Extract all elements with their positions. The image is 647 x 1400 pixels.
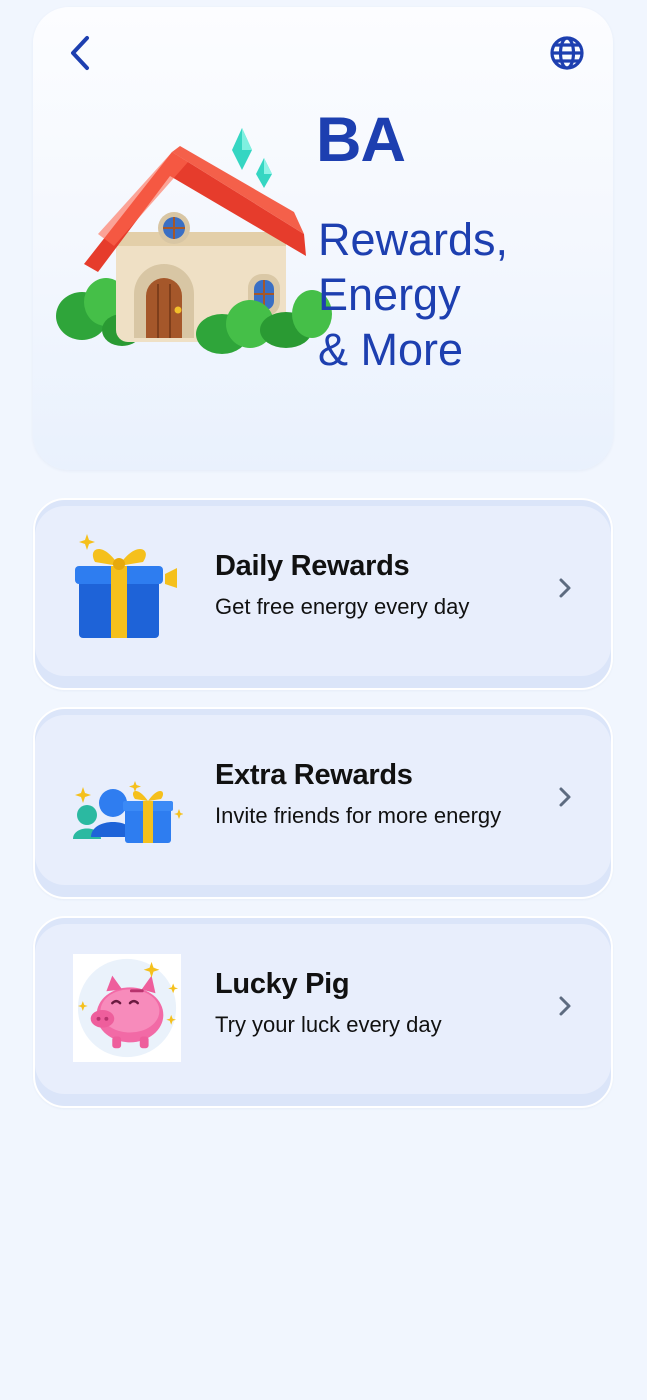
page-subtitle: Rewards, Energy & More <box>318 214 509 375</box>
chevron-left-icon <box>71 36 89 70</box>
card-description: Get free energy every day <box>215 594 470 619</box>
card-description: Invite friends for more energy <box>215 803 502 828</box>
card-title: Lucky Pig <box>215 968 350 1000</box>
chevron-right-icon <box>559 578 571 598</box>
piggy-bank-icon <box>73 954 181 1062</box>
card-surface: Daily Rewards Get free energy every day <box>35 506 611 676</box>
daily-rewards-card[interactable]: Daily Rewards Get free energy every day <box>33 498 613 690</box>
invite-friends-icon <box>73 781 183 843</box>
card-surface: Extra Rewards Invite friends for more en… <box>35 715 611 885</box>
card-surface: Lucky Pig Try your luck every day <box>35 924 611 1094</box>
extra-rewards-card[interactable]: Extra Rewards Invite friends for more en… <box>33 707 613 899</box>
page-title: BA <box>316 105 406 175</box>
chevron-right-icon <box>559 996 571 1016</box>
house-illustration <box>56 128 332 354</box>
globe-icon <box>550 36 584 70</box>
chevron-right-icon <box>559 787 571 807</box>
lucky-pig-card[interactable]: Lucky Pig Try your luck every day <box>33 916 613 1108</box>
card-description: Try your luck every day <box>215 1012 442 1037</box>
back-button[interactable] <box>60 30 100 76</box>
gift-box-icon <box>75 534 177 638</box>
card-title: Daily Rewards <box>215 550 410 582</box>
card-title: Extra Rewards <box>215 759 413 791</box>
language-button[interactable] <box>546 32 588 74</box>
